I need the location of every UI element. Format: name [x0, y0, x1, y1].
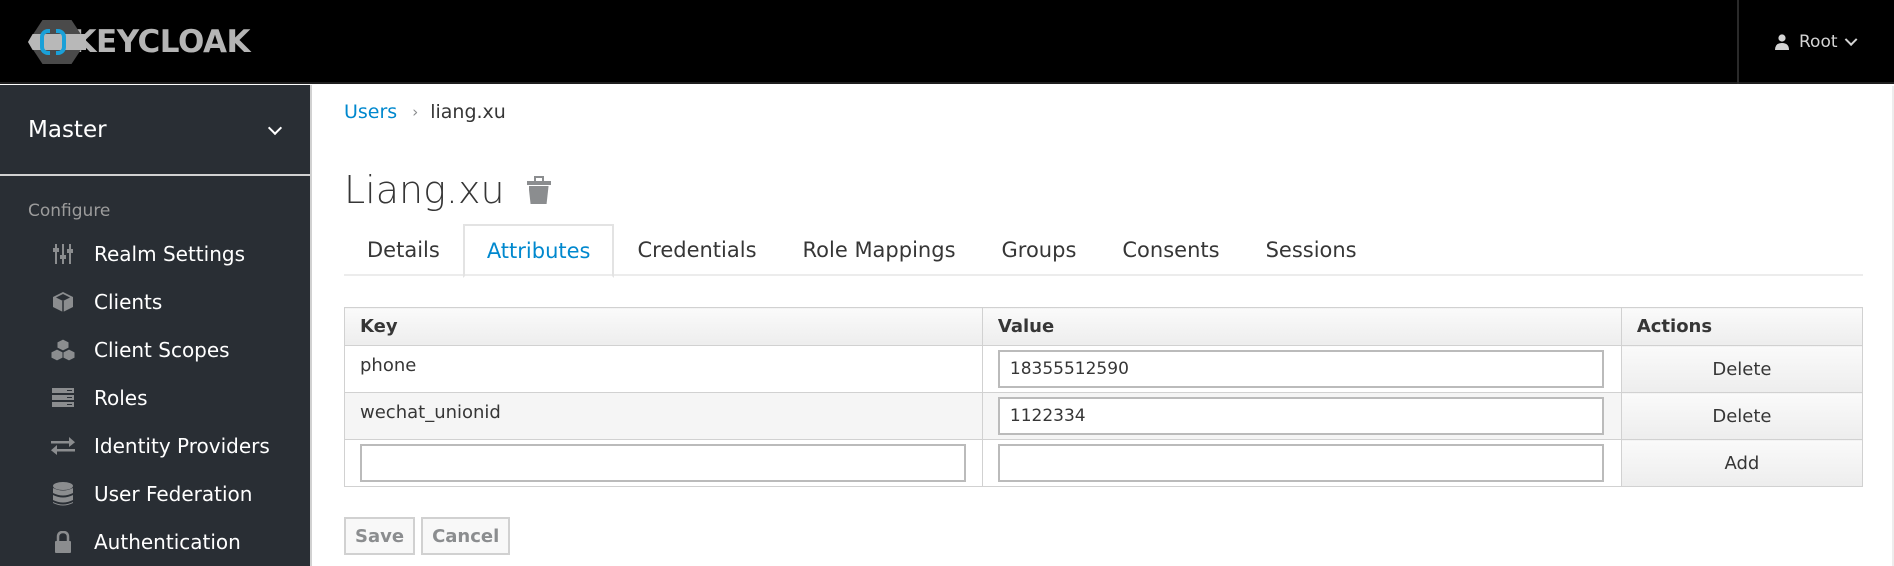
sidebar-item-realm-settings[interactable]: Realm Settings — [0, 230, 310, 278]
tab-credentials[interactable]: Credentials — [614, 224, 779, 276]
realm-name: Master — [28, 116, 107, 143]
sidebar-nav: Realm Settings Clients Client Scopes Rol… — [0, 230, 310, 566]
new-key-cell — [344, 439, 983, 487]
main-content: Users › liang.xu Liang.xu Details Attrib… — [314, 86, 1894, 566]
sidebar-item-label: Identity Providers — [94, 434, 270, 458]
table-row: phone Delete — [344, 345, 1864, 393]
attribute-key: phone — [344, 345, 983, 393]
table-header-row: Key Value Actions — [344, 307, 1864, 346]
chevron-down-icon — [1844, 32, 1857, 46]
sidebar-item-client-scopes[interactable]: Client Scopes — [0, 326, 310, 374]
sidebar-item-clients[interactable]: Clients — [0, 278, 310, 326]
cancel-button[interactable]: Cancel — [421, 517, 511, 555]
add-button[interactable]: Add — [1620, 439, 1864, 487]
attribute-value-cell — [981, 392, 1622, 440]
new-attribute-row: Add — [344, 439, 1864, 487]
tab-sessions[interactable]: Sessions — [1243, 224, 1380, 276]
sidebar-item-roles[interactable]: Roles — [0, 374, 310, 422]
column-header-actions: Actions — [1620, 307, 1864, 346]
attribute-value-input[interactable] — [997, 397, 1604, 435]
sidebar-item-user-federation[interactable]: User Federation — [0, 470, 310, 518]
user-icon — [1775, 34, 1789, 50]
tab-attributes[interactable]: Attributes — [462, 224, 615, 278]
cubes-icon — [50, 338, 76, 362]
keycloak-logo-icon — [28, 20, 86, 64]
exchange-icon — [50, 434, 76, 458]
sidebar-item-authentication[interactable]: Authentication — [0, 518, 310, 566]
breadcrumb: Users › liang.xu — [344, 101, 506, 123]
tab-role-mappings[interactable]: Role Mappings — [780, 224, 979, 276]
sidebar-item-label: Client Scopes — [94, 338, 230, 362]
attributes-table: Key Value Actions phone Delete wechat_un… — [344, 307, 1864, 487]
breadcrumb-separator: › — [412, 103, 419, 121]
user-name: Root — [1799, 32, 1838, 52]
attribute-value-cell — [981, 345, 1622, 393]
user-menu[interactable]: Root — [1737, 0, 1894, 84]
lock-icon — [50, 530, 76, 554]
page-title-container: Liang.xu — [344, 168, 551, 212]
trash-icon[interactable] — [526, 176, 551, 204]
page-title: Liang.xu — [344, 168, 505, 212]
logo-text: KEYCLOAK — [72, 24, 251, 60]
sidebar-item-label: Clients — [94, 290, 163, 314]
sidebar-item-label: Realm Settings — [94, 242, 245, 266]
sliders-icon — [50, 242, 76, 266]
table-row: wechat_unionid Delete — [344, 392, 1864, 440]
cube-icon — [50, 290, 76, 314]
breadcrumb-current: liang.xu — [430, 101, 506, 123]
keycloak-logo[interactable]: KEYCLOAK — [28, 20, 251, 64]
section-label-configure: Configure — [28, 201, 111, 221]
delete-button[interactable]: Delete — [1620, 345, 1864, 393]
top-navbar: KEYCLOAK Root — [0, 0, 1894, 84]
sidebar-item-identity-providers[interactable]: Identity Providers — [0, 422, 310, 470]
chevron-down-icon — [267, 120, 283, 136]
delete-button[interactable]: Delete — [1620, 392, 1864, 440]
form-actions: Save Cancel — [344, 517, 516, 555]
user-tabs: Details Attributes Credentials Role Mapp… — [344, 224, 1863, 278]
database-icon — [50, 482, 76, 506]
new-value-cell — [981, 439, 1622, 487]
save-button[interactable]: Save — [344, 517, 416, 555]
sidebar-item-label: Authentication — [94, 530, 241, 554]
realm-selector[interactable]: Master — [0, 85, 310, 176]
attribute-value-input[interactable] — [997, 350, 1604, 388]
column-header-value: Value — [981, 307, 1622, 346]
new-value-input[interactable] — [997, 444, 1604, 482]
tab-details[interactable]: Details — [344, 224, 463, 276]
attribute-key: wechat_unionid — [344, 392, 983, 440]
sidebar: Master Configure Realm Settings Clients … — [0, 85, 312, 566]
sidebar-item-label: User Federation — [94, 482, 253, 506]
sidebar-item-label: Roles — [94, 386, 148, 410]
server-icon — [50, 386, 76, 410]
tab-groups[interactable]: Groups — [979, 224, 1100, 276]
breadcrumb-users-link[interactable]: Users — [344, 101, 397, 123]
column-header-key: Key — [344, 307, 983, 346]
tab-consents[interactable]: Consents — [1099, 224, 1242, 276]
new-key-input[interactable] — [360, 444, 966, 482]
